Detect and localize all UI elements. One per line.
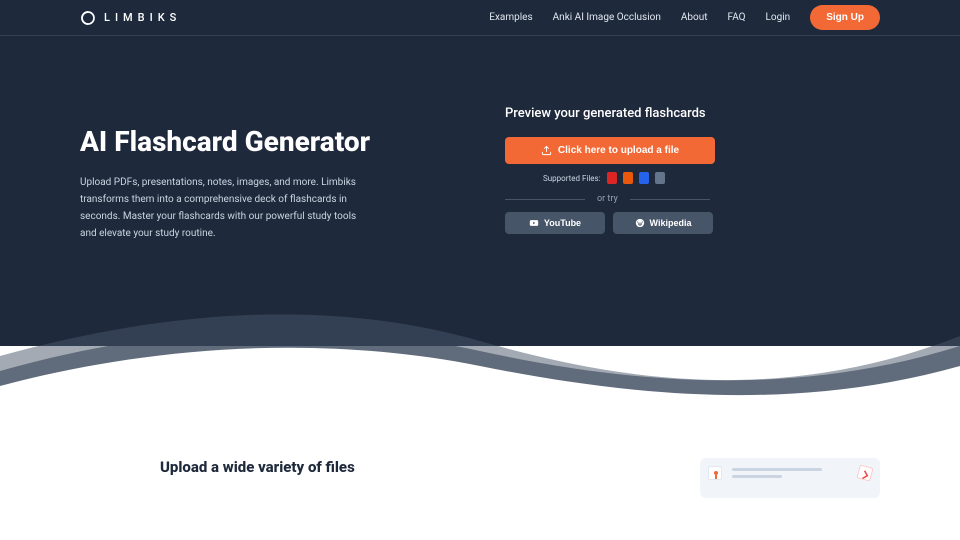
mini-card-icon (856, 464, 873, 481)
nav-occlusion[interactable]: Anki AI Image Occlusion (553, 12, 661, 23)
mini-lines (732, 468, 832, 482)
nav-about[interactable]: About (681, 12, 708, 23)
ppt-icon (623, 172, 633, 184)
header: LIMBIKS Examples Anki AI Image Occlusion… (0, 0, 960, 36)
logo-icon (80, 10, 96, 26)
section2-left: Upload a wide variety of files (160, 458, 660, 476)
section2-subtitle: Upload a wide variety of files (160, 458, 360, 476)
youtube-button[interactable]: YouTube (505, 212, 605, 234)
signup-button[interactable]: Sign Up (810, 5, 880, 30)
pdf-icon (607, 172, 617, 184)
supported-label: Supported Files: (543, 174, 601, 183)
upload-button[interactable]: Click here to upload a file (505, 137, 715, 164)
logo[interactable]: LIMBIKS (80, 10, 181, 26)
wave-divider (0, 296, 960, 396)
upload-label: Click here to upload a file (558, 145, 679, 156)
logo-text: LIMBIKS (104, 11, 181, 24)
hero-title: AI Flashcard Generator (80, 126, 455, 158)
youtube-label: YouTube (544, 218, 581, 228)
nav-examples[interactable]: Examples (489, 12, 532, 23)
section2-content: Upload a wide variety of files (80, 458, 880, 498)
wikipedia-icon (635, 218, 645, 228)
feature-illustration (700, 458, 880, 498)
img-icon (655, 172, 665, 184)
hero-description: Upload PDFs, presentations, notes, image… (80, 174, 360, 242)
preview-title: Preview your generated flashcards (505, 106, 880, 121)
nav-login[interactable]: Login (766, 12, 791, 23)
upload-icon (541, 145, 552, 156)
youtube-icon (529, 218, 539, 228)
wikipedia-label: Wikipedia (650, 218, 692, 228)
wikipedia-button[interactable]: Wikipedia (613, 212, 713, 234)
supported-files: Supported Files: (505, 172, 880, 184)
nav-faq[interactable]: FAQ (728, 12, 746, 23)
nav: Examples Anki AI Image Occlusion About F… (489, 5, 880, 30)
mini-doc-icon (708, 466, 722, 480)
or-try-divider: or try (505, 194, 880, 204)
doc-icon (639, 172, 649, 184)
alt-buttons: YouTube Wikipedia (505, 212, 880, 234)
